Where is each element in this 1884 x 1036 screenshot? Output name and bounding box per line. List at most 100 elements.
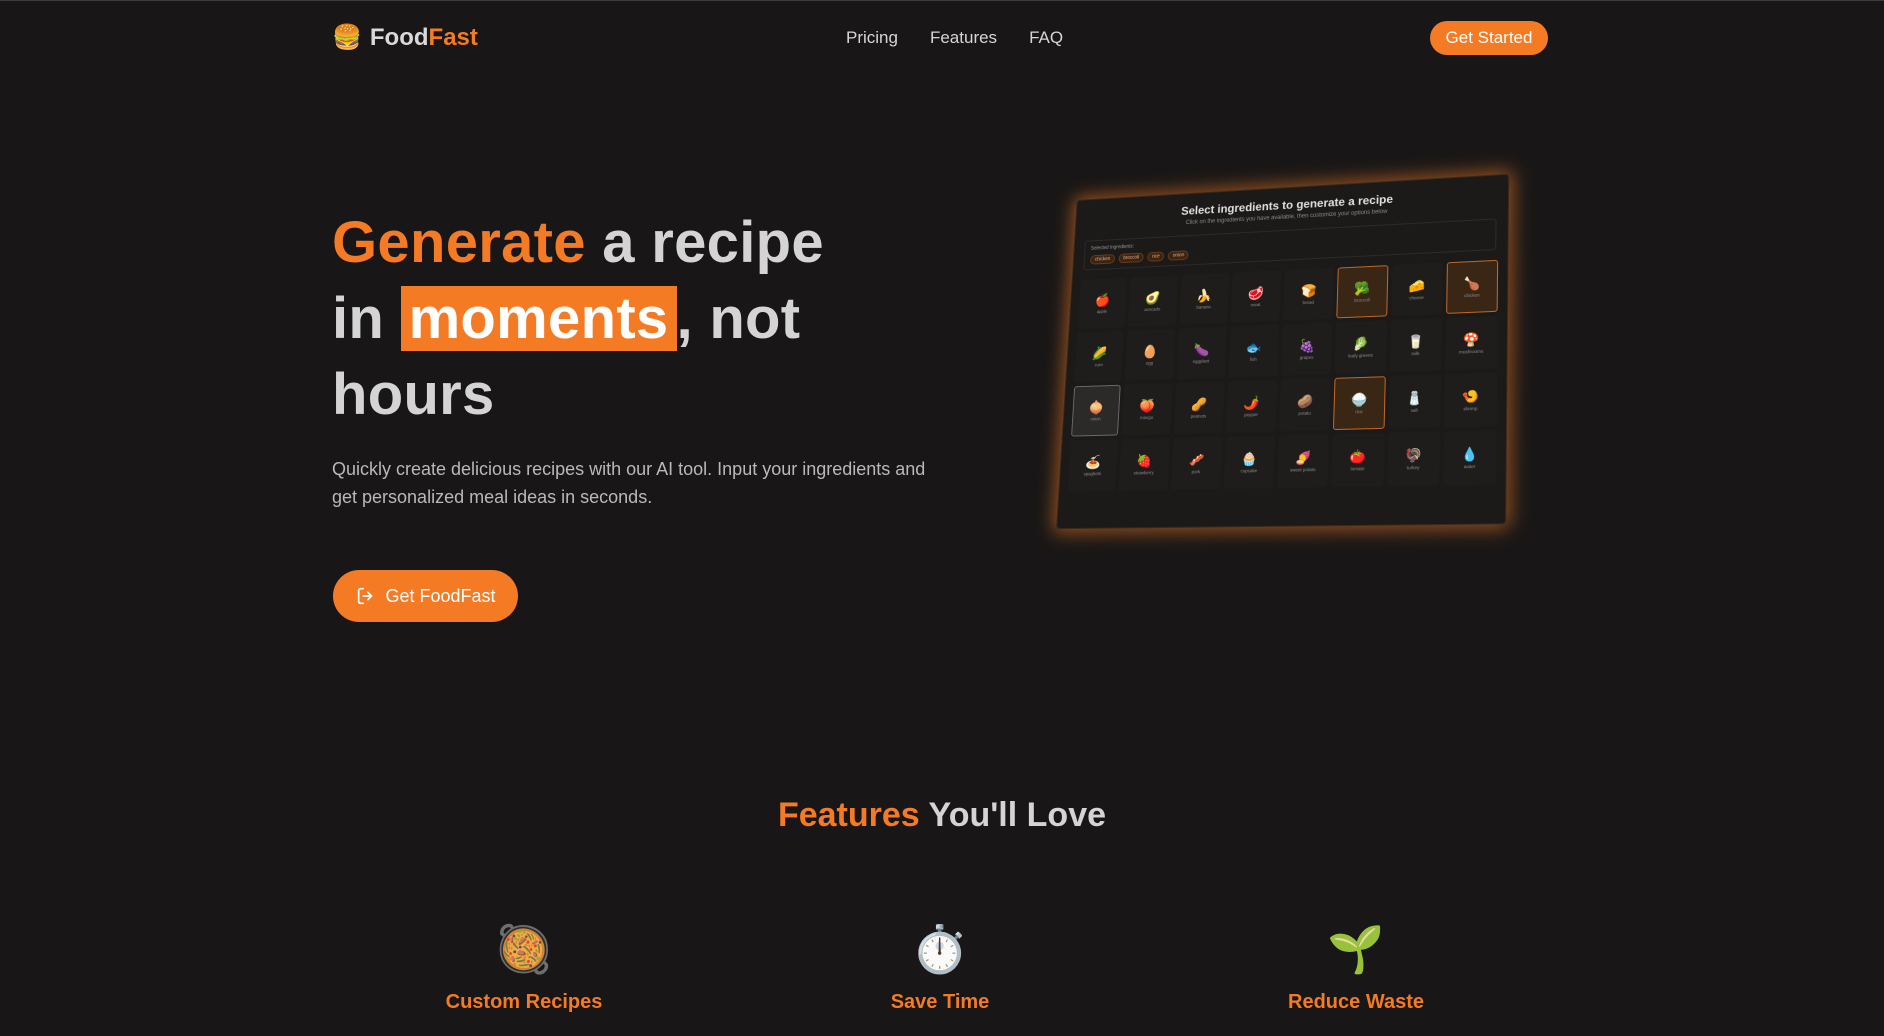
ingredient-tile[interactable]: 🌶️ pepper <box>1225 379 1278 433</box>
ingredient-name: strawberry <box>1133 469 1154 475</box>
hero-title-highlight: moments <box>400 286 677 351</box>
ingredient-name: meat <box>1250 301 1261 307</box>
features-heading-accent: Features <box>777 796 920 834</box>
feature-custom-recipes: 🥘 Custom Recipes <box>374 921 674 1014</box>
features-heading: Features You'll Love <box>0 796 1884 835</box>
ingredient-name: bread <box>1302 299 1315 305</box>
ingredient-tile[interactable]: 🍇 grapes <box>1281 322 1333 376</box>
ingredient-name: turkey <box>1406 464 1420 470</box>
ingredient-tile[interactable]: 🦃 turkey <box>1386 431 1440 487</box>
ingredient-icon: 🥬 <box>1352 335 1370 351</box>
ingredient-name: cheese <box>1409 294 1424 301</box>
ingredient-name: eggplant <box>1192 358 1210 364</box>
ingredient-tile[interactable]: 🧅 onion <box>1071 384 1121 437</box>
ingredient-tile[interactable]: 🥔 potato <box>1279 377 1331 432</box>
get-foodfast-button[interactable]: Get FoodFast <box>333 570 518 622</box>
ingredient-tile[interactable]: 🥑 avocado <box>1127 275 1178 327</box>
hero-title-part: , not <box>676 286 801 351</box>
ingredient-name: shrimp <box>1463 405 1478 411</box>
ingredient-name: potato <box>1298 410 1311 416</box>
ingredient-tile[interactable]: 🧁 cupcake <box>1223 435 1276 489</box>
ingredient-name: grapes <box>1299 354 1314 360</box>
ingredient-name: sweet potato <box>1289 466 1316 473</box>
ingredient-tile[interactable]: 🥬 leafy greens <box>1334 320 1387 374</box>
ingredient-icon: 🦃 <box>1404 446 1422 463</box>
ingredient-name: mushrooms <box>1458 348 1484 355</box>
ingredient-tile[interactable]: 🐟 fish <box>1228 324 1280 378</box>
ingredient-icon: 🍌 <box>1196 287 1213 303</box>
ingredient-name: avocado <box>1144 306 1161 312</box>
ingredient-tile[interactable]: 🍆 eggplant <box>1176 326 1227 380</box>
ingredient-icon: 💧 <box>1461 445 1479 462</box>
ingredient-icon: 🥑 <box>1144 289 1161 305</box>
ingredient-tile[interactable]: 🍚 rice <box>1333 376 1386 431</box>
ingredient-icon: 🍅 <box>1349 448 1367 464</box>
ingredient-icon: 🐟 <box>1245 339 1262 355</box>
ingredient-tile[interactable]: 🍓 strawberry <box>1118 438 1170 491</box>
ingredient-tile[interactable]: 🍑 mango <box>1121 383 1173 436</box>
nav-link-faq[interactable]: FAQ <box>1029 28 1063 48</box>
ingredient-icon: 🥛 <box>1407 333 1425 349</box>
stopwatch-icon: ⏱️ <box>911 923 969 975</box>
logo[interactable]: 🍔 FoodFast <box>332 23 478 52</box>
ingredient-icon: 🍄 <box>1462 331 1480 347</box>
hero-title-part: hours <box>332 362 495 427</box>
ingredient-tile[interactable]: 🍎 apple <box>1077 277 1127 330</box>
hero-title-part: a recipe <box>585 210 824 275</box>
app-preview: Select ingredients to generate a recipe … <box>1045 171 1515 551</box>
ingredient-name: milk <box>1411 350 1420 356</box>
ingredient-tile[interactable]: 🥓 pork <box>1170 436 1222 490</box>
ingredient-tile[interactable]: 🍞 bread <box>1283 267 1335 321</box>
ingredient-icon: 🍓 <box>1136 452 1153 468</box>
ingredient-tile[interactable]: 🧀 cheese <box>1390 262 1443 317</box>
ingredient-icon: 🥜 <box>1190 396 1208 412</box>
ingredient-tile[interactable]: 🍝 spaghetti <box>1067 439 1118 492</box>
ingredient-icon: 🌽 <box>1091 345 1108 361</box>
ingredient-tile[interactable]: 🥦 broccoli <box>1336 265 1388 319</box>
ingredient-tile[interactable]: 🍤 shrimp <box>1443 372 1498 428</box>
ingredient-name: fish <box>1249 356 1257 362</box>
ingredient-name: salt <box>1410 407 1418 413</box>
feature-reduce-waste: 🌱 Reduce Waste <box>1206 921 1506 1014</box>
selected-chip[interactable]: chicken <box>1089 254 1116 265</box>
ingredient-name: peanuts <box>1190 412 1207 419</box>
selected-chip[interactable]: onion <box>1167 250 1190 261</box>
ingredient-icon: 🍠 <box>1294 449 1312 465</box>
hero-title-accent: Generate <box>332 210 586 275</box>
ingredient-icon: 🍝 <box>1084 453 1102 469</box>
ingredient-tile[interactable]: 🥩 meat <box>1230 270 1282 323</box>
ingredient-tile[interactable]: 🧂 salt <box>1388 374 1441 429</box>
ingredient-tile[interactable]: 🥜 peanuts <box>1173 381 1225 435</box>
ingredient-grid: 🍎 apple 🥑 avocado 🍌 banana 🥩 meat 🍞 bread 🥦 broccol… <box>1067 259 1499 492</box>
selected-chip[interactable]: broccoli <box>1118 252 1144 264</box>
nav-links: Pricing Features FAQ <box>846 28 1063 48</box>
ingredient-tile[interactable]: 🍅 tomato <box>1331 432 1384 488</box>
nav-link-features[interactable]: Features <box>930 28 997 48</box>
pot-icon: 🥘 <box>495 923 553 975</box>
ingredient-tile[interactable]: 🍠 sweet potato <box>1277 434 1330 488</box>
ingredient-name: water <box>1463 463 1476 469</box>
nav-link-pricing[interactable]: Pricing <box>846 28 898 48</box>
ingredient-icon: 🧂 <box>1406 389 1423 406</box>
ingredient-name: rice <box>1355 408 1363 414</box>
ingredient-tile[interactable]: 🥛 milk <box>1389 318 1442 373</box>
ingredient-icon: 🍑 <box>1139 397 1156 413</box>
ingredient-icon: 🥩 <box>1247 285 1265 301</box>
ingredient-icon: 🍇 <box>1298 337 1316 353</box>
ingredient-tile[interactable]: 🌽 corn <box>1074 330 1124 383</box>
ingredient-tile[interactable]: 🍄 mushrooms <box>1444 315 1498 371</box>
ingredient-name: chicken <box>1463 292 1480 298</box>
ingredient-tile[interactable]: 🍗 chicken <box>1445 259 1499 314</box>
feature-title: Save Time <box>890 991 990 1013</box>
ingredient-tile[interactable]: 🍌 banana <box>1178 272 1229 325</box>
ingredient-icon: 🌶️ <box>1243 394 1260 410</box>
ingredient-tile[interactable]: 🥚 egg <box>1124 328 1175 381</box>
ingredient-name: mango <box>1139 414 1154 420</box>
get-started-button[interactable]: Get Started <box>1430 21 1548 55</box>
ingredient-icon: 🥓 <box>1188 451 1205 467</box>
ingredient-name: banana <box>1196 303 1211 310</box>
ingredient-icon: 🍗 <box>1463 275 1481 291</box>
ingredient-name: broccoli <box>1354 296 1370 303</box>
ingredient-tile[interactable]: 💧 water <box>1443 430 1497 486</box>
selected-chip[interactable]: rice <box>1147 251 1165 262</box>
